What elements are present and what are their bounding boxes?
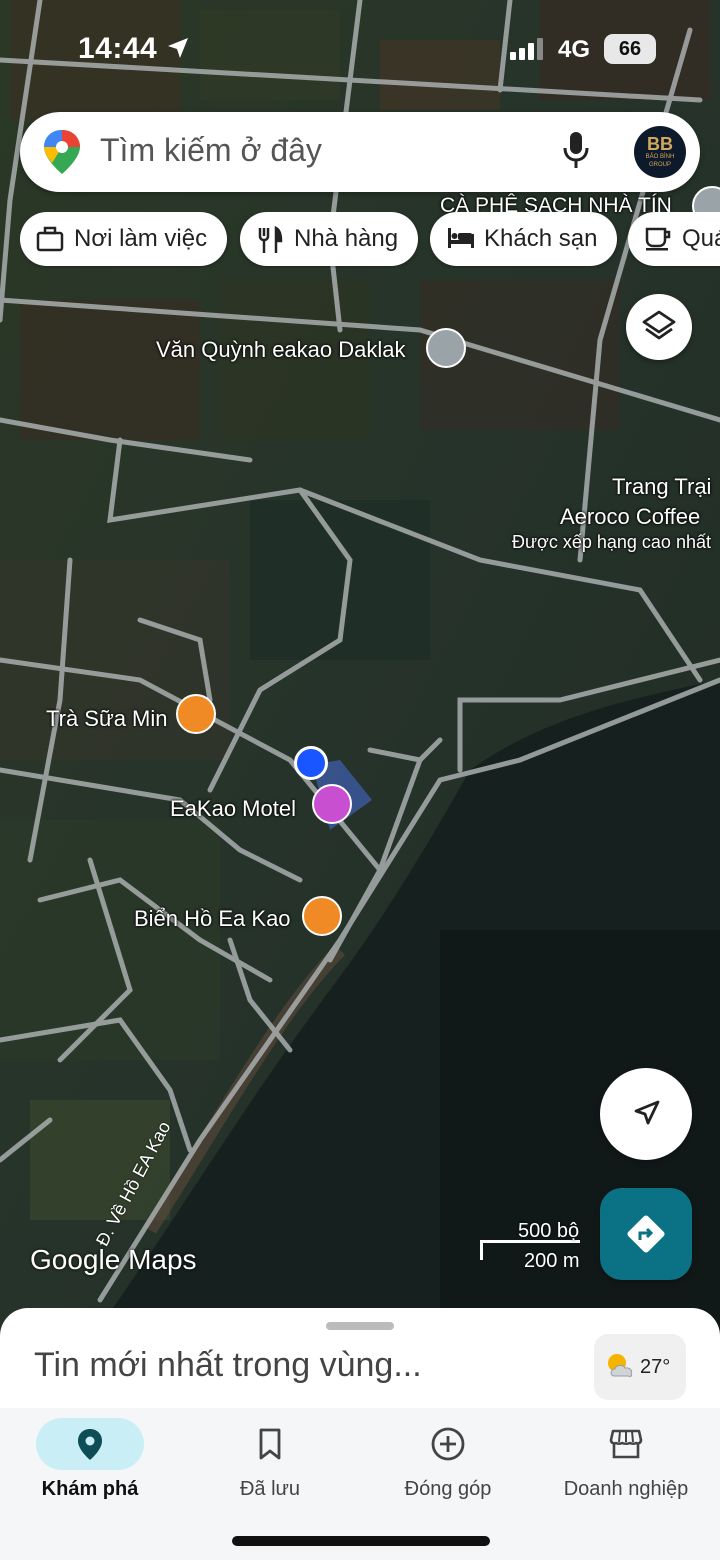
layers-button[interactable]	[626, 294, 692, 360]
nav-label: Đóng góp	[404, 1478, 492, 1500]
search-input[interactable]: Tìm kiếm ở đây	[100, 132, 322, 169]
storefront-icon	[609, 1429, 643, 1459]
status-bar: 14:44 4G 66	[0, 0, 720, 100]
sheet-drag-handle[interactable]	[326, 1322, 394, 1330]
weather-badge[interactable]: 27°	[594, 1334, 686, 1400]
coffee-cup-icon	[645, 227, 671, 251]
hotel-bed-icon[interactable]	[312, 784, 352, 824]
account-avatar[interactable]: BB BẢO BÌNH GROUP	[634, 126, 686, 178]
nav-saved[interactable]: Đã lưu	[180, 1408, 360, 1518]
temperature: 27°	[640, 1356, 671, 1378]
place-label-aeroco[interactable]: Aeroco Coffee	[560, 504, 700, 530]
partly-cloudy-icon	[608, 1354, 633, 1377]
place-label-van-quynh[interactable]: Văn Quỳnh eakao Daklak	[156, 337, 406, 363]
chip-label: Nhà hàng	[294, 225, 399, 252]
bottom-sheet[interactable]: Tin mới nhất trong vùng... 27°	[0, 1308, 720, 1418]
scale-feet: 500 bộ	[518, 1220, 580, 1242]
place-pin-icon[interactable]	[426, 328, 466, 368]
place-label-bien-ho[interactable]: Biển Hồ Ea Kao	[134, 906, 291, 932]
network-type: 4G	[558, 36, 591, 63]
recenter-button[interactable]	[600, 1068, 692, 1160]
nav-label: Đã lưu	[239, 1478, 301, 1500]
location-arrow-icon	[168, 38, 188, 58]
layers-icon	[642, 310, 676, 340]
nav-business[interactable]: Doanh nghiệp	[536, 1408, 716, 1518]
nav-contribute[interactable]: Đóng góp	[358, 1408, 538, 1518]
nav-label: Khám phá	[41, 1478, 139, 1500]
fork-knife-icon	[258, 226, 283, 253]
signal-bars-icon	[510, 38, 543, 60]
microphone-icon[interactable]	[562, 130, 590, 170]
navigation-arrow-icon	[634, 1100, 660, 1125]
chip-label: Nơi làm việc	[74, 225, 208, 252]
home-indicator[interactable]	[232, 1536, 490, 1546]
my-location-dot	[294, 746, 328, 780]
place-note-top-rated: Được xếp hạng cao nhất	[512, 532, 711, 552]
briefcase-icon	[36, 226, 64, 252]
map-scale: 500 bộ 200 m	[480, 1218, 590, 1274]
scale-meters: 200 m	[524, 1250, 580, 1272]
chip-cafe[interactable]: Quá	[628, 212, 720, 266]
bed-icon	[448, 228, 474, 248]
add-circle-icon	[431, 1427, 465, 1461]
battery-level: 66	[604, 34, 656, 64]
google-maps-pin-icon	[44, 130, 80, 174]
nav-explore[interactable]: Khám phá	[0, 1408, 180, 1518]
place-label-tra-sua[interactable]: Trà Sữa Min	[46, 706, 168, 732]
chip-restaurant[interactable]: Nhà hàng	[240, 212, 419, 266]
status-time: 14:44	[78, 32, 158, 65]
chip-workplace[interactable]: Nơi làm việc	[20, 212, 228, 266]
chip-hotel[interactable]: Khách sạn	[430, 212, 618, 266]
sheet-title: Tin mới nhất trong vùng...	[34, 1346, 422, 1384]
directions-icon	[627, 1215, 665, 1253]
directions-button[interactable]	[600, 1188, 692, 1280]
restaurant-icon[interactable]	[302, 896, 342, 936]
place-label-motel[interactable]: EaKao Motel	[170, 796, 296, 822]
google-maps-attribution: Google Maps	[30, 1244, 197, 1275]
search-bar[interactable]: Tìm kiếm ở đây BB BẢO BÌNH GROUP	[20, 112, 700, 192]
chip-label: Khách sạn	[484, 225, 598, 252]
bookmark-icon	[259, 1428, 281, 1460]
chip-label: Quá	[682, 225, 720, 252]
place-label-trang-trai[interactable]: Trang Trại	[612, 474, 711, 500]
category-chips: Nơi làm việc Nhà hàng Khách sạn Quá	[20, 212, 720, 268]
location-pin-icon	[78, 1429, 102, 1460]
coffee-cup-icon[interactable]	[176, 694, 216, 734]
nav-label: Doanh nghiệp	[563, 1478, 689, 1500]
